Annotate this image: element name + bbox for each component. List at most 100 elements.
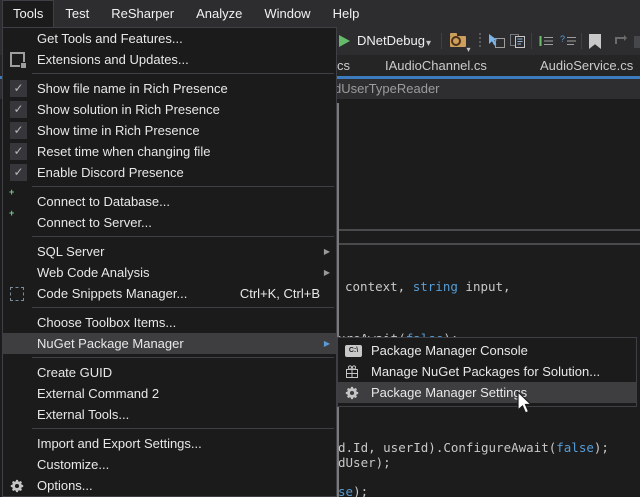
menu-separator: [32, 307, 334, 308]
toolbar-grip[interactable]: [479, 33, 481, 49]
menubar-item-analyze[interactable]: Analyze: [185, 0, 253, 27]
menu-item-label: Extensions and Updates...: [37, 52, 189, 67]
package-icon: [345, 365, 359, 379]
collapsed-region-line: [339, 229, 640, 231]
menu-item-label: External Tools...: [37, 407, 129, 422]
tools-menu: Get Tools and Features... Extensions and…: [2, 27, 337, 497]
menu-item-label: Customize...: [37, 457, 109, 472]
checkmark-icon: [10, 143, 27, 160]
undo-faded-icon[interactable]: [610, 34, 628, 48]
code-line: context, string input,: [345, 279, 511, 294]
menu-item-extensions-and-updates[interactable]: Extensions and Updates...: [3, 49, 336, 70]
menu-item-connect-to-database[interactable]: Connect to Database...: [3, 191, 336, 212]
submenu-arrow-icon: [324, 333, 330, 354]
type-breadcrumb[interactable]: dUserTypeReader: [334, 81, 440, 96]
menu-item-label: Connect to Database...: [37, 194, 170, 209]
menu-item-external-tools[interactable]: External Tools...: [3, 404, 336, 425]
copy-document-icon[interactable]: [509, 33, 527, 49]
menu-item-package-manager-console[interactable]: C:\ Package Manager Console: [338, 340, 636, 361]
run-target-dropdown-icon[interactable]: [426, 33, 431, 51]
run-icon[interactable]: [339, 35, 350, 47]
menu-item-label: Create GUID: [37, 365, 112, 380]
menu-separator: [32, 186, 334, 187]
find-in-files-icon[interactable]: [450, 36, 466, 47]
menu-item-label: Import and Export Settings...: [37, 436, 202, 451]
menu-bar: Tools Test ReSharper Analyze Window Help: [0, 0, 640, 27]
menu-item-label: Code Snippets Manager...: [37, 286, 187, 301]
menu-separator: [32, 236, 334, 237]
document-tab-iaudiochannel[interactable]: IAudioChannel.cs: [385, 58, 487, 73]
menu-item-show-solution[interactable]: Show solution in Rich Presence: [3, 99, 336, 120]
menubar-item-tools[interactable]: Tools: [2, 0, 54, 27]
menu-item-customize[interactable]: Customize...: [3, 454, 336, 475]
menu-item-label: Get Tools and Features...: [37, 31, 183, 46]
menu-item-label: Show time in Rich Presence: [37, 123, 200, 138]
document-tab-partial[interactable]: cs: [337, 58, 350, 73]
checkmark-icon: [10, 101, 27, 118]
indent-lines-icon[interactable]: [538, 34, 555, 48]
menu-item-options[interactable]: Options...: [3, 475, 336, 496]
menu-item-nuget-package-manager[interactable]: NuGet Package Manager: [3, 333, 336, 354]
bookmark-icon[interactable]: [589, 34, 601, 49]
menu-item-label: Show solution in Rich Presence: [37, 102, 220, 117]
menu-item-connect-to-server[interactable]: Connect to Server...: [3, 212, 336, 233]
run-configuration-label[interactable]: DNetDebug: [357, 33, 425, 48]
menu-separator: [32, 73, 334, 74]
checkmark-icon: [10, 122, 27, 139]
navigate-to-icon[interactable]: [487, 33, 506, 49]
gear-icon: [345, 386, 359, 400]
ide-window: Tools Test ReSharper Analyze Window Help…: [0, 0, 640, 497]
document-tab-audioservice[interactable]: AudioService.cs: [540, 58, 633, 73]
menubar-item-resharper[interactable]: ReSharper: [100, 0, 185, 27]
menu-item-get-tools-and-features[interactable]: Get Tools and Features...: [3, 28, 336, 49]
menu-item-label: Enable Discord Presence: [37, 165, 184, 180]
mouse-cursor: [517, 391, 535, 417]
menu-item-label: Choose Toolbox Items...: [37, 315, 176, 330]
code-line: d.Id, userId).ConfigureAwait(false);: [338, 440, 609, 455]
extensions-icon: [10, 52, 25, 67]
submenu-arrow-icon: [324, 241, 330, 262]
toolbar-separator: [531, 33, 532, 49]
menu-item-label: Manage NuGet Packages for Solution...: [371, 364, 600, 379]
menu-item-show-time[interactable]: Show time in Rich Presence: [3, 120, 336, 141]
code-line: dUser);: [338, 455, 391, 470]
menu-item-choose-toolbox-items[interactable]: Choose Toolbox Items...: [3, 312, 336, 333]
menu-item-label: NuGet Package Manager: [37, 336, 184, 351]
menu-item-show-file-name[interactable]: Show file name in Rich Presence: [3, 78, 336, 99]
menu-separator: [32, 428, 334, 429]
menubar-item-help[interactable]: Help: [322, 0, 371, 27]
toolbar-separator: [581, 33, 582, 49]
menu-item-manage-nuget-packages[interactable]: Manage NuGet Packages for Solution...: [338, 361, 636, 382]
menu-item-label: Package Manager Console: [371, 343, 528, 358]
menu-item-import-export-settings[interactable]: Import and Export Settings...: [3, 433, 336, 454]
menu-item-shortcut: Ctrl+K, Ctrl+B: [240, 286, 320, 301]
menu-item-create-guid[interactable]: Create GUID: [3, 362, 336, 383]
menu-item-label: Package Manager Settings: [371, 385, 527, 400]
menu-item-label: External Command 2: [37, 386, 159, 401]
nuget-package-manager-submenu: C:\ Package Manager Console Manage NuGet…: [337, 337, 637, 407]
format-lines-icon[interactable]: ?: [560, 34, 577, 48]
toolbar-separator: [441, 33, 442, 49]
menu-item-reset-time[interactable]: Reset time when changing file: [3, 141, 336, 162]
gear-icon: [10, 479, 24, 493]
menu-item-label: Web Code Analysis: [37, 265, 150, 280]
checkmark-icon: [10, 80, 27, 97]
menu-item-web-code-analysis[interactable]: Web Code Analysis: [3, 262, 336, 283]
code-line: se);: [338, 484, 368, 497]
menu-item-enable-discord-presence[interactable]: Enable Discord Presence: [3, 162, 336, 183]
editor-margin-line: [337, 103, 339, 497]
svg-text:?: ?: [560, 34, 565, 44]
menu-separator: [32, 357, 334, 358]
menu-item-code-snippets-manager[interactable]: Code Snippets Manager... Ctrl+K, Ctrl+B: [3, 283, 336, 304]
menubar-item-test[interactable]: Test: [54, 0, 100, 27]
menubar-item-window[interactable]: Window: [253, 0, 321, 27]
menu-item-external-command-2[interactable]: External Command 2: [3, 383, 336, 404]
console-icon: C:\: [345, 345, 362, 357]
menu-item-label: Options...: [37, 478, 93, 493]
checkmark-icon: [10, 164, 27, 181]
submenu-arrow-icon: [324, 262, 330, 283]
menu-item-sql-server[interactable]: SQL Server: [3, 241, 336, 262]
menu-item-label: Connect to Server...: [37, 215, 152, 230]
menu-item-package-manager-settings[interactable]: Package Manager Settings: [338, 382, 636, 403]
collapsed-region-line: [339, 243, 640, 245]
